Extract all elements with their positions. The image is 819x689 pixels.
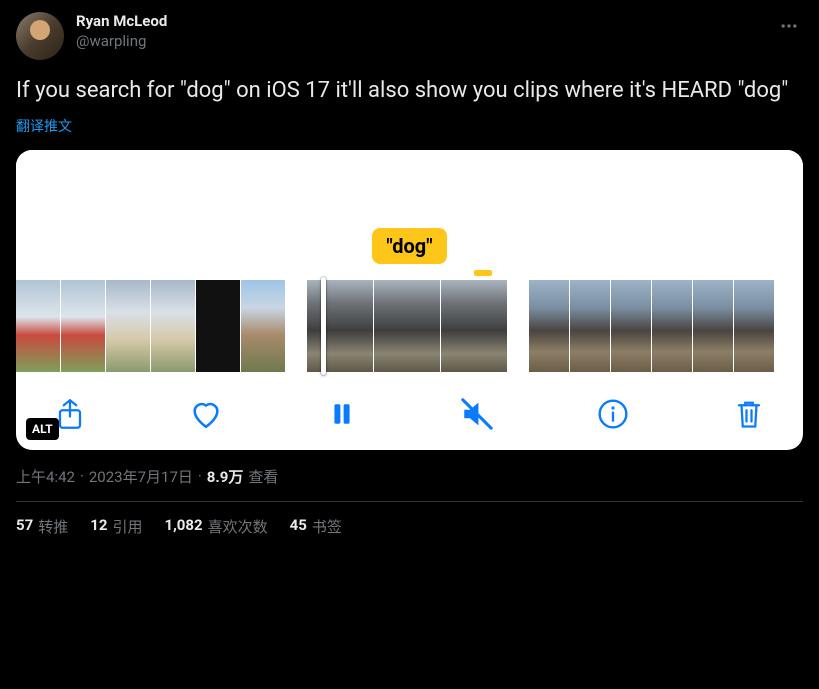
dot: ·: [80, 467, 84, 485]
media-toolbar: [16, 372, 803, 444]
divider: [16, 501, 803, 502]
clip-group-3[interactable]: [529, 280, 774, 372]
clip-thumbnail: [241, 280, 285, 372]
tweet-time[interactable]: 上午4:42: [16, 466, 75, 487]
playhead[interactable]: [321, 277, 326, 375]
views-label: 查看: [248, 466, 278, 487]
clip-thumbnail: [196, 280, 240, 372]
likes-stat[interactable]: 1,082 喜欢次数: [164, 516, 267, 537]
timeline-marker-row: [16, 270, 803, 280]
trash-icon[interactable]: [729, 394, 769, 434]
caption-bubble: "dog": [372, 228, 446, 264]
media-card[interactable]: "dog": [16, 150, 803, 450]
clip-group-2[interactable]: [307, 280, 507, 372]
clip-thumbnail: [652, 280, 692, 372]
clip-thumbnail: [529, 280, 569, 372]
likes-label: 喜欢次数: [208, 516, 268, 537]
display-name: Ryan McLeod: [76, 12, 167, 32]
clip-thumbnail: [106, 280, 150, 372]
clip-thumbnail: [151, 280, 195, 372]
views-count: 8.9万: [207, 466, 244, 487]
clip-thumbnail: [570, 280, 610, 372]
likes-count: 1,082: [164, 516, 202, 537]
dot: ·: [198, 467, 202, 485]
quotes-stat[interactable]: 12 引用: [90, 516, 142, 537]
tweet-header: Ryan McLeod @warpling: [16, 12, 803, 60]
clip-thumbnail: [61, 280, 105, 372]
clip-thumbnail: [611, 280, 651, 372]
mute-icon[interactable]: [457, 394, 497, 434]
quotes-label: 引用: [112, 516, 142, 537]
tweet-text: If you search for "dog" on iOS 17 it'll …: [16, 76, 803, 106]
more-icon[interactable]: [775, 12, 803, 40]
tweet-container: Ryan McLeod @warpling If you search for …: [0, 0, 819, 549]
clip-group-1[interactable]: [16, 280, 285, 372]
timeline-marker: [474, 270, 492, 276]
bookmarks-stat[interactable]: 45 书签: [290, 516, 342, 537]
clip-thumbnail: [307, 280, 373, 372]
tweet-stats: 57 转推 12 引用 1,082 喜欢次数 45 书签: [16, 516, 803, 537]
bookmarks-count: 45: [290, 516, 307, 537]
clip-thumbnail: [734, 280, 774, 372]
video-thumbnail-row[interactable]: [16, 280, 803, 372]
heart-icon[interactable]: [186, 394, 226, 434]
clip-thumbnail: [693, 280, 733, 372]
retweets-stat[interactable]: 57 转推: [16, 516, 68, 537]
translate-link[interactable]: 翻译推文: [16, 116, 72, 136]
pause-icon[interactable]: [322, 394, 362, 434]
bookmarks-label: 书签: [312, 516, 342, 537]
alt-badge[interactable]: ALT: [26, 418, 59, 440]
clip-thumbnail: [374, 280, 440, 372]
avatar[interactable]: [16, 12, 64, 60]
user-name-block[interactable]: Ryan McLeod @warpling: [76, 12, 167, 51]
retweets-count: 57: [16, 516, 33, 537]
quotes-count: 12: [90, 516, 107, 537]
clip-thumbnail: [441, 280, 507, 372]
caption-bubble-row: "dog": [16, 228, 803, 264]
tweet-date[interactable]: 2023年7月17日: [89, 466, 193, 487]
media-padding: [16, 150, 803, 228]
user-handle: @warpling: [76, 32, 167, 52]
clip-thumbnail: [16, 280, 60, 372]
info-icon[interactable]: [593, 394, 633, 434]
tweet-meta: 上午4:42 · 2023年7月17日 · 8.9万 查看: [16, 466, 803, 487]
retweets-label: 转推: [38, 516, 68, 537]
